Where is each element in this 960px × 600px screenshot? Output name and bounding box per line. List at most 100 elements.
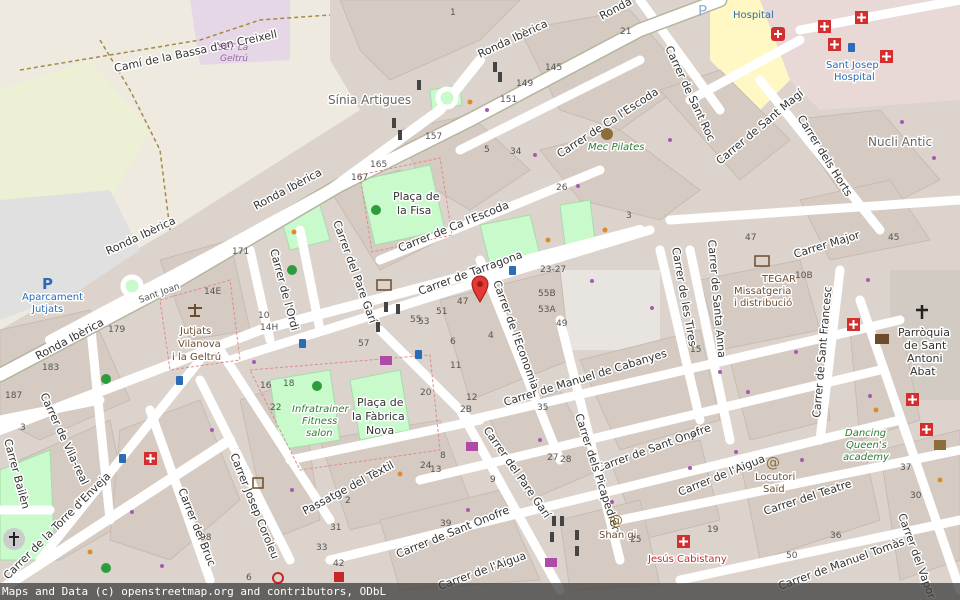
svg-text:149: 149: [516, 79, 533, 89]
svg-text:12: 12: [466, 393, 477, 403]
place-parroquia-3: Antoni: [907, 352, 943, 365]
poi-hospital-1: Sant Josep: [826, 60, 879, 71]
svg-text:@: @: [766, 455, 780, 471]
svg-text:157: 157: [425, 132, 442, 142]
svg-text:11: 11: [450, 361, 461, 371]
svg-text:171: 171: [232, 247, 249, 257]
poi-hospital-2: Hospital: [834, 72, 875, 83]
svg-text:55B: 55B: [538, 289, 556, 299]
svg-text:7: 7: [690, 433, 696, 443]
svg-text:28: 28: [560, 455, 572, 465]
open-square: [560, 270, 660, 350]
svg-text:30: 30: [910, 491, 922, 501]
svg-text:9: 9: [490, 475, 496, 485]
poi-dancing-3: academy: [843, 452, 890, 463]
svg-text:21: 21: [620, 27, 631, 37]
svg-text:5: 5: [484, 145, 490, 155]
svg-text:8: 8: [440, 451, 446, 461]
svg-text:19: 19: [707, 525, 719, 535]
svg-text:6: 6: [246, 573, 252, 583]
poi-locutori-1: Locutori: [755, 472, 795, 483]
poi-tegar-3: i distribució: [734, 297, 792, 309]
poi-tegar-1: TEGAR: [761, 274, 796, 285]
svg-text:53A: 53A: [538, 305, 556, 315]
poi-jutjats-1: Jutjats: [179, 326, 211, 337]
poi-hospital-top: Hospital: [733, 10, 774, 21]
map-attribution: Maps and Data (c) openstreetmap.org and …: [0, 583, 960, 600]
poi-aparcament-2: Jutjats: [31, 304, 63, 315]
parking-icon[interactable]: P: [42, 275, 53, 293]
svg-text:P: P: [42, 275, 53, 293]
poi-jesus-cabistany: Jesús Cabistany: [647, 553, 727, 565]
svg-text:3: 3: [626, 211, 632, 221]
svg-text:31: 31: [330, 523, 341, 533]
svg-text:2B: 2B: [460, 405, 472, 415]
svg-text:22: 22: [270, 403, 281, 413]
svg-text:55: 55: [410, 315, 421, 325]
place-nucli-antic: Nucli Antic: [868, 135, 932, 149]
poi-dancing-2: Queen's: [846, 440, 887, 451]
svg-text:18: 18: [283, 379, 295, 389]
parking-icon-top[interactable]: P: [698, 2, 707, 20]
svg-text:13: 13: [430, 465, 441, 475]
hospital-icon[interactable]: [771, 27, 785, 41]
svg-text:50: 50: [786, 551, 798, 561]
poi-dancing-1: Dancing: [845, 428, 886, 439]
poi-locutori-2: Saïd: [763, 484, 785, 495]
svg-text:23-27: 23-27: [540, 265, 566, 275]
poi-jutjats-2: Vilanova: [178, 339, 221, 350]
poi-jutjats-3: i la Geltrú: [172, 351, 221, 363]
svg-text:98: 98: [200, 533, 212, 543]
svg-text:16: 16: [260, 381, 272, 391]
svg-text:1: 1: [450, 8, 456, 18]
place-parroquia-2: de Sant: [904, 339, 947, 352]
svg-text:25: 25: [630, 535, 641, 545]
svg-text:@: @: [609, 513, 623, 529]
svg-text:3: 3: [20, 423, 26, 433]
svg-text:27: 27: [547, 453, 558, 463]
svg-text:49: 49: [556, 319, 568, 329]
map-view[interactable]: Ronda Ronda Ibèrica Ronda Ibèrica Ronda …: [0, 0, 960, 600]
place-placa-fisa-1: Plaça de: [393, 190, 440, 203]
svg-text:34: 34: [510, 147, 522, 157]
svg-text:47: 47: [457, 297, 468, 307]
svg-text:26: 26: [556, 183, 568, 193]
svg-text:14H: 14H: [260, 323, 278, 333]
roundabout-west: [120, 274, 144, 298]
poi-aparcament-1: Aparcament: [22, 292, 83, 303]
svg-text:51: 51: [436, 307, 447, 317]
place-parroquia-1: Parròquia: [898, 326, 950, 339]
svg-text:2: 2: [345, 496, 351, 506]
place-placa-fabrica-2: la Fàbrica: [352, 410, 405, 423]
map-canvas[interactable]: Ronda Ronda Ibèrica Ronda Ibèrica Ronda …: [0, 0, 960, 600]
svg-text:57: 57: [358, 339, 369, 349]
svg-text:35: 35: [537, 403, 548, 413]
roundabout-north: [435, 86, 459, 110]
svg-text:10: 10: [258, 311, 270, 321]
poi-mec-pilates: Mec Pilates: [588, 142, 644, 153]
svg-text:165: 165: [370, 160, 387, 170]
svg-text:36: 36: [830, 531, 842, 541]
poi-infratrainer-2: Fitness: [302, 416, 337, 427]
svg-text:6: 6: [450, 337, 456, 347]
svg-text:151: 151: [500, 95, 517, 105]
poi-infratrainer-1: Infratrainer: [292, 404, 349, 415]
svg-text:45: 45: [888, 233, 899, 243]
place-placa-fabrica-1: Plaça de: [357, 396, 404, 409]
svg-text:37: 37: [900, 463, 911, 473]
svg-text:20: 20: [420, 388, 432, 398]
svg-text:33: 33: [316, 543, 327, 553]
svg-text:183: 183: [42, 363, 59, 373]
svg-text:14E: 14E: [204, 287, 221, 297]
poi-tegar-2: Missatgeria: [734, 286, 791, 297]
svg-text:179: 179: [108, 325, 125, 335]
poi-set-1: SET La: [218, 43, 248, 53]
place-placa-fabrica-3: Nova: [366, 424, 394, 437]
svg-text:4: 4: [488, 331, 494, 341]
svg-text:167: 167: [351, 173, 368, 183]
svg-text:42: 42: [333, 559, 344, 569]
svg-text:39: 39: [440, 519, 452, 529]
svg-text:145: 145: [545, 63, 562, 73]
svg-text:10B: 10B: [795, 271, 813, 281]
place-placa-fisa-2: la Fisa: [397, 204, 431, 217]
